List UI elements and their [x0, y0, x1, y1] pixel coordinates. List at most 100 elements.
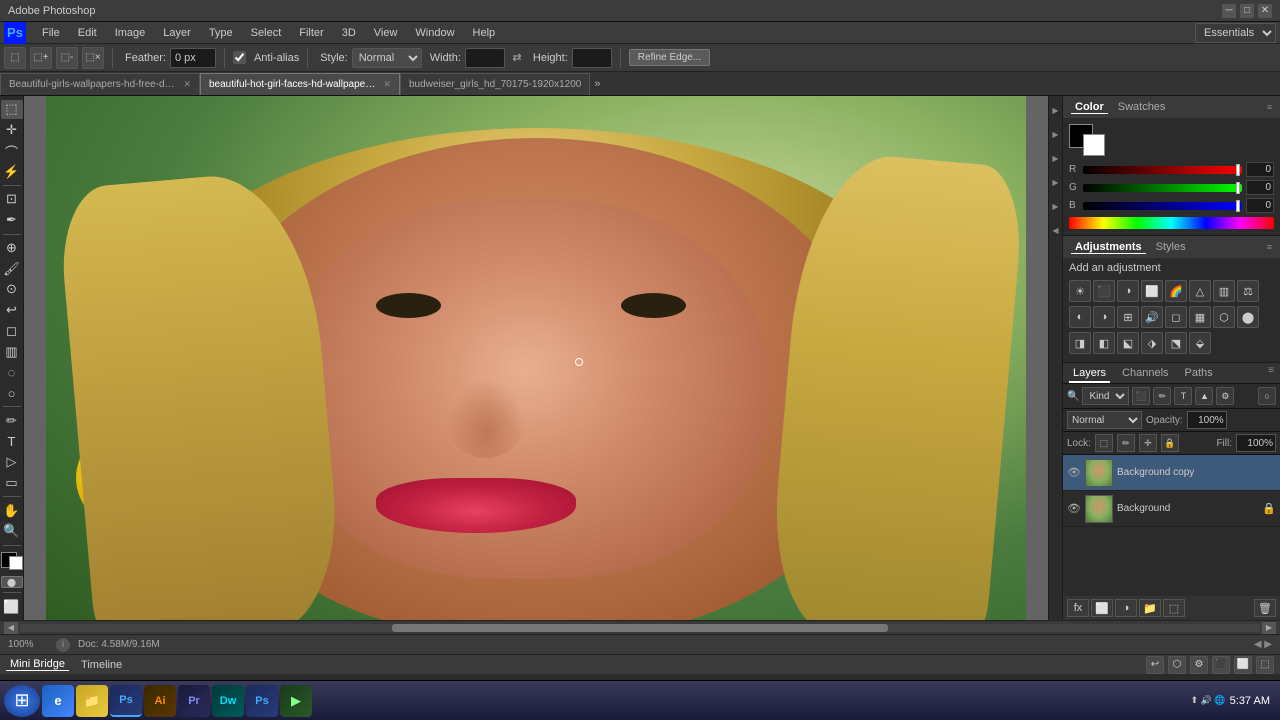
adj-hsl[interactable]: △	[1189, 280, 1211, 302]
tool-blur[interactable]: ◌	[1, 363, 23, 382]
tool-crop[interactable]: ⊡	[1, 190, 23, 209]
layer-filter-toggle[interactable]: ○	[1258, 387, 1276, 405]
layers-filter-select[interactable]: Kind	[1082, 387, 1129, 405]
canvas-area[interactable]	[24, 96, 1048, 620]
timeline-tab[interactable]: Timeline	[77, 659, 126, 671]
lock-transparent-btn[interactable]: ⬚	[1095, 434, 1113, 452]
fg-bg-colors[interactable]	[1069, 124, 1105, 156]
b-slider[interactable]	[1083, 202, 1242, 210]
scroll-track[interactable]	[20, 624, 1260, 632]
taskbar-ie[interactable]: e	[42, 685, 74, 717]
marquee-intersect-btn[interactable]: ⬚×	[82, 47, 104, 69]
tool-path-select[interactable]: ▷	[1, 453, 23, 472]
adj-icon10[interactable]: ◧	[1093, 332, 1115, 354]
adj-icon14[interactable]: ⬙	[1189, 332, 1211, 354]
color-spectrum[interactable]	[1069, 217, 1274, 229]
bottom-btn-5[interactable]: ⬜	[1234, 656, 1252, 674]
tool-eyedropper[interactable]: ✒	[1, 211, 23, 230]
menu-help[interactable]: Help	[465, 25, 504, 41]
adj-invert[interactable]: 🔊	[1141, 306, 1163, 328]
status-info-btn[interactable]: i	[56, 638, 70, 652]
fill-input[interactable]	[1236, 434, 1276, 452]
adj-expand[interactable]: ≡	[1267, 242, 1272, 252]
menu-3d[interactable]: 3D	[334, 25, 364, 41]
menu-window[interactable]: Window	[407, 25, 462, 41]
status-nav[interactable]: ◀ ▶	[1254, 639, 1272, 650]
tab-1-close[interactable]: ✕	[183, 79, 191, 90]
blend-mode-select[interactable]: Normal	[1067, 411, 1142, 429]
menu-image[interactable]: Image	[107, 25, 154, 41]
new-group-btn[interactable]: 📁	[1139, 599, 1161, 617]
tool-eraser[interactable]: ◻	[1, 321, 23, 340]
menu-edit[interactable]: Edit	[70, 25, 105, 41]
layers-panel-menu[interactable]: ≡	[1268, 365, 1274, 383]
tool-brush[interactable]: 🖌	[1, 259, 23, 278]
right-icon-info[interactable]: ▶	[1050, 172, 1062, 192]
screen-mode-btn[interactable]: ⬜	[1, 597, 23, 616]
paths-tab[interactable]: Paths	[1181, 365, 1217, 383]
adj-bw[interactable]: ⚖	[1237, 280, 1259, 302]
right-icon-nav[interactable]: ▶	[1050, 196, 1062, 216]
tool-zoom[interactable]: 🔍	[1, 522, 23, 541]
taskbar-illustrator[interactable]: Ai	[144, 685, 176, 717]
b-value-input[interactable]	[1246, 198, 1274, 213]
adj-photo-filter[interactable]: ◐	[1069, 306, 1091, 328]
layer-row-background-copy[interactable]: 👁 Background copy	[1063, 455, 1280, 491]
bottom-btn-1[interactable]: ↩	[1146, 656, 1164, 674]
width-input[interactable]	[465, 48, 505, 68]
style-select[interactable]: Normal Fixed Ratio Fixed Size	[352, 48, 422, 68]
scroll-right-btn[interactable]: ▶	[1262, 622, 1276, 634]
tab-3[interactable]: budweiser_girls_hd_70175-1920x1200	[400, 73, 590, 95]
lock-all-btn[interactable]: 🔒	[1161, 434, 1179, 452]
menu-view[interactable]: View	[366, 25, 406, 41]
marquee-subtract-btn[interactable]: ⬚-	[56, 47, 78, 69]
add-mask-btn[interactable]: ⬜	[1091, 599, 1113, 617]
bottom-btn-6[interactable]: ⬚	[1256, 656, 1274, 674]
layers-tab[interactable]: Layers	[1069, 365, 1110, 383]
layer-row-background[interactable]: 👁 Background 🔒	[1063, 491, 1280, 527]
adj-colorbalance[interactable]: ▥	[1213, 280, 1235, 302]
layer-filter-btn2[interactable]: ✏	[1153, 387, 1171, 405]
scroll-left-btn[interactable]: ◀	[4, 622, 18, 634]
taskbar-photoshop[interactable]: Ps	[110, 685, 142, 717]
layer-filter-btn1[interactable]: ⬛	[1132, 387, 1150, 405]
lock-pixels-btn[interactable]: ✏	[1117, 434, 1135, 452]
styles-tab[interactable]: Styles	[1152, 241, 1190, 253]
bottom-btn-4[interactable]: ⬛	[1212, 656, 1230, 674]
tool-spot-heal[interactable]: ⊕	[1, 238, 23, 257]
workspace-selector[interactable]: Essentials	[1195, 23, 1276, 43]
layer-filter-btn4[interactable]: ▲	[1195, 387, 1213, 405]
horizontal-scrollbar[interactable]: ◀ ▶	[0, 620, 1280, 634]
fg-bg-color-swatch[interactable]	[1, 552, 23, 571]
color-tab[interactable]: Color	[1071, 101, 1108, 114]
new-layer-btn[interactable]: ⬚	[1163, 599, 1185, 617]
tool-dodge[interactable]: ○	[1, 384, 23, 403]
adj-color-lookup[interactable]: ⊞	[1117, 306, 1139, 328]
menu-file[interactable]: File	[34, 25, 68, 41]
tool-stamp[interactable]: ⊙	[1, 280, 23, 299]
adj-curves[interactable]: ◑	[1117, 280, 1139, 302]
adj-brightness-contrast[interactable]: ☀	[1069, 280, 1091, 302]
g-value-input[interactable]	[1246, 180, 1274, 195]
height-input[interactable]	[572, 48, 612, 68]
tab-2-close[interactable]: ✕	[383, 79, 391, 90]
add-layer-style-btn[interactable]: fx	[1067, 599, 1089, 617]
tool-hand[interactable]: ✋	[1, 501, 23, 520]
taskbar-photoshop-2[interactable]: Ps	[246, 685, 278, 717]
feather-input[interactable]	[170, 48, 216, 68]
tool-shape[interactable]: ▭	[1, 474, 23, 493]
right-icon-color[interactable]: ▶	[1050, 100, 1062, 120]
adj-exposure[interactable]: ⬜	[1141, 280, 1163, 302]
swap-wh-button[interactable]: ⇄	[509, 50, 525, 66]
taskbar-media[interactable]: ▶	[280, 685, 312, 717]
tool-gradient[interactable]: ▥	[1, 342, 23, 361]
opacity-input[interactable]	[1187, 411, 1227, 429]
delete-layer-btn[interactable]: 🗑	[1254, 599, 1276, 617]
menu-filter[interactable]: Filter	[291, 25, 331, 41]
tool-move[interactable]: ✛	[1, 121, 23, 140]
layer-eye-2[interactable]: 👁	[1067, 502, 1081, 516]
adj-vibrance[interactable]: 🌈	[1165, 280, 1187, 302]
swatches-tab[interactable]: Swatches	[1114, 101, 1170, 113]
marquee-add-btn[interactable]: ⬚+	[30, 47, 52, 69]
start-button[interactable]: ⊞	[4, 685, 40, 717]
